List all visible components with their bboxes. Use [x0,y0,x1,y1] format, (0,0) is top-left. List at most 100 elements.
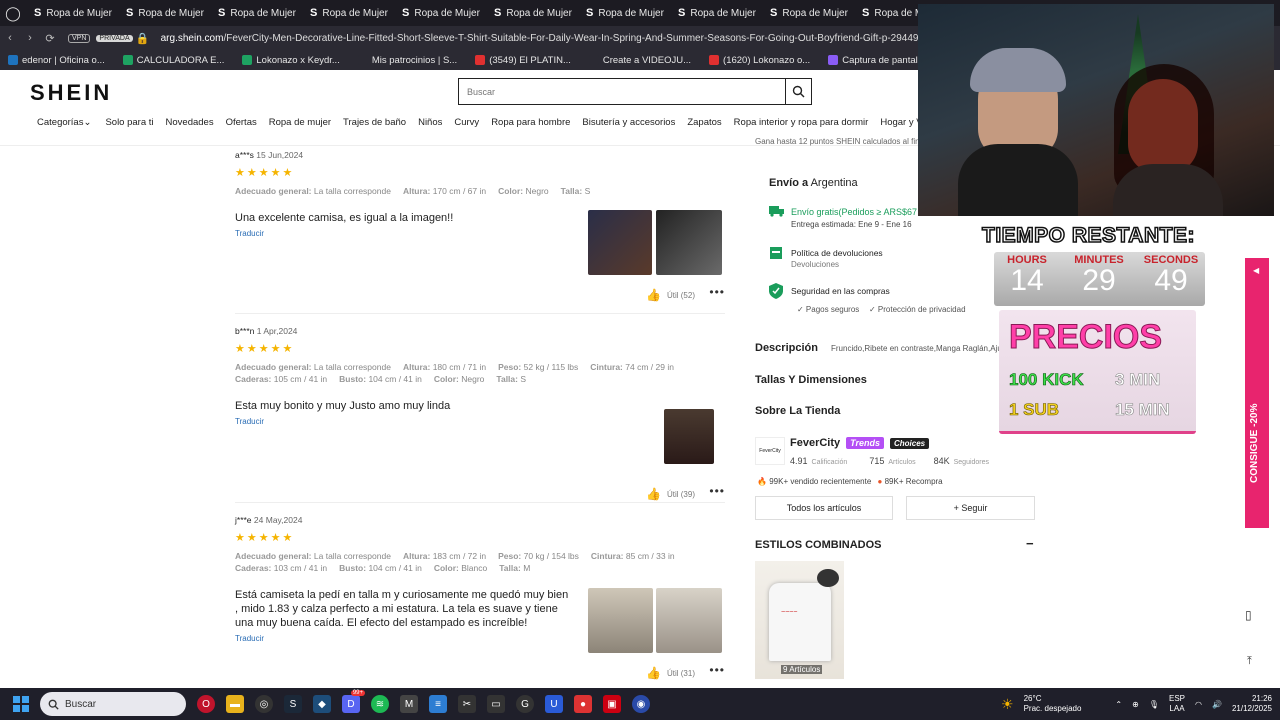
weather-info[interactable]: 26°C Prac. despejado [1024,694,1082,714]
shein-favicon-icon: S [310,7,318,19]
record-icon[interactable]: ● [574,695,592,713]
back-to-top-icon[interactable]: ⤒ [1247,655,1252,668]
category-link[interactable]: Novedades [166,117,214,128]
browser-tab[interactable]: S Ropa de Mujer [394,0,486,26]
folder-icon[interactable]: ▬ [226,695,244,713]
category-link[interactable]: Trajes de baño [343,117,406,128]
clock[interactable]: 21:26 21/12/2025 [1232,694,1272,714]
review-photo[interactable] [588,210,652,275]
feedback-icon[interactable]: ▯ [1245,608,1252,622]
browser-tab[interactable]: S Ropa de Mujer [578,0,670,26]
search-input[interactable] [459,79,785,104]
browser-tab[interactable]: S Ropa de Mujer [26,0,118,26]
caret-left-icon: ◀ [1253,266,1260,275]
bookmark-item[interactable]: (1620) Lokonazo o... [709,55,810,66]
bookmark-item[interactable]: Mis patrocinios | S... [357,55,457,66]
chevron-down-icon[interactable]: ⌄ [83,117,91,128]
url-field[interactable]: arg.shein.com/FeverCity-Men-Decorative-L… [161,33,957,44]
category-link[interactable]: Ofertas [226,117,257,128]
category-link[interactable]: Ropa de mujer [269,117,331,128]
network-icon[interactable]: ⊕ [1132,700,1139,709]
helpful-button[interactable]: 👍 Útil (31) [646,666,695,680]
browser-tab[interactable]: S Ropa de Mujer [118,0,210,26]
more-options-icon[interactable]: ••• [709,484,725,498]
free-shipping[interactable]: Envío gratis(Pedidos ≥ ARS$67 [791,207,917,217]
translate-link[interactable]: Traducir [235,417,725,426]
browser-tab[interactable]: S Ropa de Mujer [486,0,578,26]
chevron-up-icon[interactable]: ⌃ [1115,700,1122,709]
forward-icon[interactable]: › [20,32,40,44]
vpn-app-icon[interactable]: U [545,695,563,713]
mic-icon[interactable]: 🎙 [1149,700,1159,709]
about-store-label[interactable]: Sobre La Tienda [755,405,840,417]
ship-to[interactable]: Envío a Argentina [769,177,858,189]
all-items-button[interactable]: Todos los artículos [755,496,893,520]
category-link[interactable]: Bisutería y accesorios [582,117,675,128]
bookmark-item[interactable]: Captura de pantall... [828,55,928,66]
opera-taskbar-icon[interactable]: O [197,695,215,713]
category-link[interactable]: Categorías [37,117,83,128]
game-icon[interactable]: ▣ [603,695,621,713]
description-label[interactable]: Descripción [755,342,818,354]
tool-icon[interactable]: ✂ [458,695,476,713]
review-photo[interactable] [656,210,722,275]
store-logo[interactable]: FeverCity [755,437,785,465]
notepad-icon[interactable]: ≡ [429,695,447,713]
collapse-icon[interactable]: − [1026,536,1034,551]
search-button[interactable] [785,79,811,104]
language-indicator[interactable]: ESP LAA [1169,694,1185,714]
browser-tab[interactable]: S Ropa de Mujer [762,0,854,26]
category-link[interactable]: Niños [418,117,442,128]
volume-icon[interactable]: 🔊 [1212,700,1222,709]
shein-favicon-icon: S [218,7,226,19]
sizes-label[interactable]: Tallas Y Dimensiones [755,374,867,386]
steam-icon[interactable]: S [284,695,302,713]
helpful-button[interactable]: 👍 Útil (39) [646,487,695,501]
back-icon[interactable]: ‹ [0,32,20,44]
weather-icon[interactable]: ☀ [1001,696,1014,713]
bookmark-icon [828,55,839,65]
github-icon[interactable]: G [516,695,534,713]
wifi-icon[interactable]: ◠ [1195,700,1202,709]
taskbar-search[interactable]: Buscar [40,692,186,716]
bookmark-item[interactable]: edenor | Oficina o... [8,55,105,66]
helpful-button[interactable]: 👍 Útil (52) [646,288,695,302]
category-link[interactable]: Zapatos [687,117,721,128]
bookmark-item[interactable]: CALCULADORA E... [122,55,224,66]
browser-tab[interactable]: S Ropa de Mujer [210,0,302,26]
combined-style-thumb[interactable]: ~~~~ 9 Artículos [755,561,844,679]
secure-purchase[interactable]: Seguridad en las compras [791,286,890,296]
store-name[interactable]: FeverCity [790,437,840,449]
returns-policy[interactable]: Política de devoluciones [791,248,883,258]
more-options-icon[interactable]: ••• [709,663,725,677]
fire-icon: 🔥 [757,477,767,486]
more-options-icon[interactable]: ••• [709,285,725,299]
vpn-badge[interactable]: VPN [68,33,91,43]
category-link[interactable]: Ropa para hombre [491,117,570,128]
opera-icon[interactable]: ◯ [0,0,26,26]
category-link[interactable]: Solo para ti [105,117,153,128]
lock-icon[interactable]: 🔒 [133,32,153,45]
browser-tab[interactable]: S Ropa de Mujer [670,0,762,26]
bookmark-item[interactable]: (3549) El PLATIN... [475,55,571,66]
obs-icon[interactable]: ◉ [632,695,650,713]
bookmark-item[interactable]: Create a VIDEOJU... [588,55,691,66]
discord-icon[interactable]: D 99+ [342,690,365,713]
discount-side-tab[interactable]: ◀ CONSIGUE -20% [1245,258,1269,528]
shein-logo[interactable]: SHEIN [30,80,112,106]
reload-icon[interactable]: ⟳ [40,32,60,45]
windows-start-icon[interactable] [13,696,29,712]
browser-tab[interactable]: S Ropa de Mujer [302,0,394,26]
spotify-icon[interactable]: ≋ [371,695,389,713]
review-photo[interactable] [656,588,722,653]
follow-button[interactable]: + Seguir [906,496,1035,520]
app-icon[interactable]: M [400,695,418,713]
shield-app-icon[interactable]: ◆ [313,695,331,713]
review-photo[interactable] [664,409,714,464]
category-link[interactable]: Curvy [454,117,479,128]
bookmark-item[interactable]: Lokonazo x Keydr... [242,55,340,66]
review-photo[interactable] [588,588,653,653]
category-link[interactable]: Ropa interior y ropa para dormir [734,117,869,128]
chrome-icon[interactable]: ◎ [255,695,273,713]
car-icon[interactable]: ▭ [487,695,505,713]
